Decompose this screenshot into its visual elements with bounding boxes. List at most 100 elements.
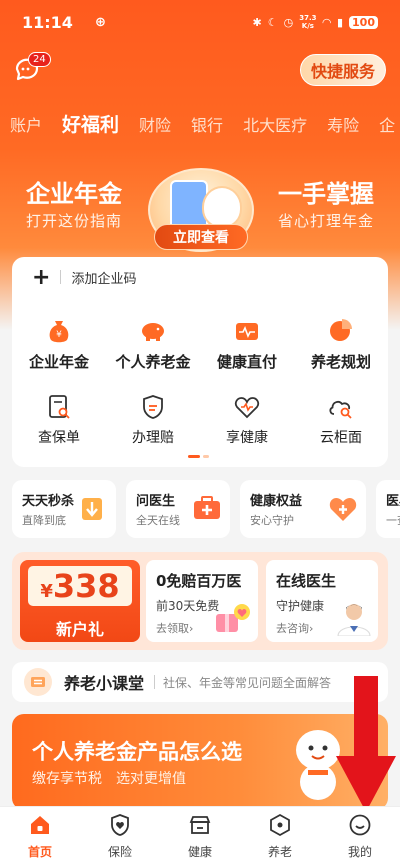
service-personal-pension[interactable]: 个人养老金	[106, 315, 200, 372]
battery-indicator: 100	[349, 15, 378, 29]
banner-left-title: 企业年金	[26, 180, 122, 208]
tab-enterprise[interactable]: 企	[369, 108, 400, 140]
tab-pku-medical[interactable]: 北大医疗	[233, 108, 317, 140]
service-label: 云柜面	[320, 430, 362, 446]
app-header: 24 快捷服务	[0, 48, 400, 92]
cloud-search-icon	[329, 401, 352, 419]
zero-deductible-card[interactable]: 0免赔百万医 前30天免费 去领取›	[146, 560, 258, 642]
flash-sale-card[interactable]: 天天秒杀 直降到底	[12, 480, 116, 538]
new-user-promo: ¥338 新户礼 0免赔百万医 前30天免费 去领取› 在线医生 守护健康 去咨…	[12, 552, 388, 650]
page-indicator	[188, 455, 209, 458]
plus-icon: +	[32, 264, 51, 290]
service-label: 健康直付	[216, 353, 277, 371]
service-file-claim[interactable]: 办理赔	[106, 393, 200, 447]
online-doctor-card[interactable]: 在线医生 守护健康 去咨询›	[266, 560, 378, 642]
view-now-button[interactable]: 立即查看	[154, 224, 248, 250]
heart-shield-icon	[329, 498, 357, 521]
service-label: 企业年金	[28, 353, 89, 371]
service-enjoy-health[interactable]: 享健康	[200, 393, 294, 447]
nav-label: 首页	[27, 845, 52, 859]
doctor-avatar	[337, 604, 371, 636]
medical-kit-icon	[194, 496, 220, 519]
banner-right-title: 一手掌握	[278, 180, 374, 208]
coupon-amount-value: 338	[52, 567, 120, 605]
quick-entry-row: 天天秒杀 直降到底 问医生 全天在线 健康权益 安心守护 医典 一查	[12, 480, 400, 538]
money-bag-icon: ¥	[49, 321, 69, 343]
card-title: 在线医生	[276, 572, 337, 590]
service-enterprise-annuity[interactable]: ¥ 企业年金	[12, 315, 106, 372]
bluetooth-icon: ✱	[252, 15, 262, 29]
status-bar: 11:14 ⊕ ✱ ☾ ◷ 37.3 K/s ◠ ▮ 100	[0, 0, 400, 44]
status-right: ✱ ☾ ◷ 37.3 K/s ◠ ▮ 100	[253, 14, 378, 30]
store-icon	[189, 816, 211, 834]
nav-pension[interactable]: 养老	[240, 807, 320, 866]
tab-account[interactable]: 账户	[0, 108, 52, 140]
nav-label: 健康	[187, 845, 212, 859]
service-pension-planning[interactable]: 养老规划	[294, 315, 388, 372]
tab-bank[interactable]: 银行	[181, 108, 233, 140]
svg-text:¥: ¥	[56, 330, 62, 340]
service-check-policy[interactable]: 查保单	[12, 393, 106, 447]
health-rights-card[interactable]: 健康权益 安心守护	[240, 480, 366, 538]
divider	[154, 675, 156, 689]
new-user-coupon[interactable]: ¥338 新户礼	[20, 560, 140, 642]
policy-search-icon	[49, 395, 70, 419]
home-icon	[31, 816, 49, 834]
service-grid-primary: ¥ 企业年金 个人养老金 健康直付 养老规划	[12, 315, 388, 372]
piggy-bank-icon	[142, 323, 164, 341]
classroom-subtitle: 社保、年金等常见问题全面解答	[163, 675, 332, 690]
card-title: 医典	[386, 494, 400, 509]
status-time: 11:14	[22, 12, 73, 32]
service-label: 养老规划	[310, 353, 371, 371]
nav-home[interactable]: 首页	[0, 807, 80, 866]
service-health-direct-pay[interactable]: 健康直付	[200, 315, 294, 372]
gift-heart-icon	[216, 604, 250, 632]
message-badge: 24	[28, 52, 51, 67]
service-grid-secondary: 查保单 办理赔 享健康 云柜面	[12, 393, 388, 447]
nav-insurance[interactable]: 保险	[80, 807, 160, 866]
enterprise-annuity-banner[interactable]: 企业年金 打开这份指南 立即查看 一手掌握 省心打理年金	[0, 160, 400, 255]
bottom-navigation: 首页 保险 健康 养老 我的	[0, 806, 400, 866]
banner-left-subtitle: 打开这份指南	[26, 212, 123, 230]
service-cloud-counter[interactable]: 云柜面	[294, 393, 388, 447]
hexagon-icon	[270, 813, 290, 837]
tab-benefits[interactable]: 好福利	[52, 108, 129, 141]
nav-label: 养老	[267, 845, 292, 859]
shield-heart-icon	[111, 814, 129, 836]
quick-service-button[interactable]: 快捷服务	[299, 54, 386, 86]
add-enterprise-code-label: 添加企业码	[71, 271, 137, 287]
net-speed-value: 37.3	[299, 14, 317, 22]
annotation-arrow-icon	[336, 676, 396, 812]
coupon-currency: ¥	[40, 581, 53, 602]
page-dot	[203, 455, 209, 458]
heart-pulse-icon	[234, 397, 260, 419]
services-card: + 添加企业码 ¥ 企业年金 个人养老金 健康直付 养老规划 查保单 办理赔 享…	[12, 257, 388, 467]
pension-classroom[interactable]: 养老小课堂 社保、年金等常见问题全面解答	[12, 662, 388, 702]
banner-subtitle: 缴存享节税 选对更增值	[32, 771, 186, 787]
nav-mine[interactable]: 我的	[320, 807, 400, 866]
ear-icon: ⊕	[94, 14, 106, 30]
coupon-amount: ¥338	[28, 566, 132, 606]
banner-title: 个人养老金产品怎么选	[32, 740, 242, 764]
pension-product-banner[interactable]: 个人养老金产品怎么选 缴存享节税 选对更增值	[12, 714, 388, 810]
nav-health[interactable]: 健康	[160, 807, 240, 866]
mascot-illustration	[202, 186, 242, 228]
net-speed: 37.3 K/s	[299, 14, 316, 30]
tab-life-insurance[interactable]: 寿险	[317, 108, 369, 140]
service-label: 查保单	[38, 430, 80, 446]
tab-property-insurance[interactable]: 财险	[129, 108, 181, 140]
medical-wallet-icon	[236, 323, 258, 340]
alarm-icon: ◷	[283, 15, 294, 29]
page-dot-active	[188, 455, 200, 458]
pie-chart-icon	[330, 319, 352, 341]
card-title: 0免赔百万医	[156, 572, 242, 590]
moon-icon: ☾	[267, 15, 278, 29]
add-enterprise-code[interactable]: + 添加企业码	[12, 257, 388, 297]
nav-label: 我的	[347, 845, 372, 859]
service-label: 个人养老金	[115, 353, 191, 371]
book-icon	[24, 668, 52, 696]
coupon-arrow-icon	[82, 498, 102, 520]
medical-dictionary-card[interactable]: 医典 一查	[376, 480, 400, 538]
ask-doctor-card[interactable]: 问医生 全天在线	[126, 480, 230, 538]
shield-claim-icon	[143, 395, 163, 419]
